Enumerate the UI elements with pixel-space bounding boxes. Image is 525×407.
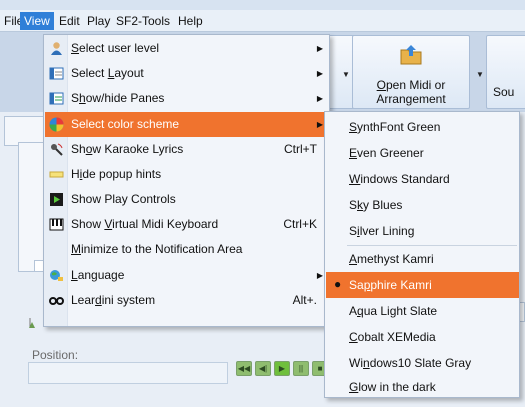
sound-label: Sou	[493, 85, 515, 99]
scheme-item-cobalt-xemedia[interactable]: Cobalt XEMedia	[326, 324, 519, 350]
color-scheme-icon	[49, 117, 64, 132]
popup-hints-icon	[49, 167, 64, 182]
scheme-item-even-greener[interactable]: Even Greener	[326, 140, 519, 166]
menu-view[interactable]: View	[20, 12, 54, 30]
dropdown-arrow-icon[interactable]: ▼	[342, 70, 350, 79]
menu-item-show-hide-panes[interactable]: Show/hide Panes ▶	[45, 86, 329, 111]
view-menu: Select user level ▶ Select Layout ▶ Show…	[43, 34, 330, 327]
menu-item-show-karaoke-lyrics[interactable]: Show Karaoke Lyrics Ctrl+T	[45, 137, 329, 162]
menu-item-select-color-scheme[interactable]: Select color scheme ▶	[45, 112, 329, 137]
submenu-arrow-icon: ▶	[316, 44, 323, 53]
scheme-item-label: Aqua Light Slate	[349, 304, 438, 318]
open-midi-label: Open Midi or Arrangement	[376, 78, 446, 106]
panes-icon	[49, 91, 64, 106]
menu-item-label: Select Layout	[71, 66, 144, 80]
scheme-item-silver-lining[interactable]: Silver Lining	[326, 218, 519, 244]
open-folder-icon	[400, 45, 422, 65]
menu-item-label: Select user level	[71, 41, 160, 55]
scheme-item-synthfont-green[interactable]: SynthFont Green	[326, 114, 519, 140]
menu-item-label: Language	[71, 268, 125, 282]
submenu-arrow-icon: ▶	[316, 69, 323, 78]
color-scheme-submenu: SynthFont Green Even Greener Windows Sta…	[324, 111, 520, 398]
menu-item-show-play-controls[interactable]: Show Play Controls	[45, 187, 329, 212]
karaoke-icon	[49, 142, 64, 157]
scheme-item-windows-standard[interactable]: Windows Standard	[326, 166, 519, 192]
menu-help[interactable]: Help	[174, 12, 207, 30]
pause-icon[interactable]: ||	[293, 361, 309, 376]
scheme-item-windows10-slate-gray[interactable]: Windows10 Slate Gray	[326, 350, 519, 376]
menu-item-show-virtual-midi-keyboard[interactable]: Show Virtual Midi Keyboard Ctrl+K	[45, 212, 329, 237]
scheme-item-label: Cobalt XEMedia	[349, 330, 436, 344]
menu-item-label: Select color scheme	[71, 117, 180, 131]
user-level-icon	[49, 41, 64, 56]
position-field[interactable]	[28, 362, 228, 384]
menu-item-language[interactable]: Language ▶	[45, 263, 329, 288]
position-label: Position:	[32, 348, 79, 362]
leardini-icon	[49, 293, 64, 308]
selected-bullet-icon: ●	[334, 277, 342, 291]
language-icon	[49, 268, 64, 283]
submenu-arrow-icon: ▶	[316, 271, 323, 280]
menu-item-label: Show Play Controls	[71, 192, 176, 206]
shortcut-label: Ctrl+T	[284, 142, 317, 156]
scheme-item-label: Amethyst Kamri	[349, 252, 434, 266]
scheme-item-label: Sapphire Kamri	[349, 278, 432, 292]
scheme-item-label: SynthFont Green	[349, 120, 441, 134]
menu-item-label: Minimize to the Notification Area	[71, 242, 243, 256]
menu-play[interactable]: Play	[83, 12, 114, 30]
menu-item-minimize-to-notification-area[interactable]: Minimize to the Notification Area	[45, 237, 329, 262]
play-icon[interactable]: ▶	[274, 361, 290, 376]
play-controls-icon	[49, 192, 64, 207]
menu-item-label: Hide popup hints	[71, 167, 162, 181]
scheme-item-label: Windows10 Slate Gray	[349, 356, 472, 370]
menu-item-label: Show Virtual Midi Keyboard	[71, 217, 219, 231]
sound-button[interactable]: Sou	[486, 35, 525, 109]
submenu-arrow-icon: ▶	[316, 94, 323, 103]
menu-edit[interactable]: Edit	[55, 12, 84, 30]
scheme-item-amethyst-kamri[interactable]: Amethyst Kamri	[326, 246, 519, 272]
scheme-item-label: Windows Standard	[349, 172, 450, 186]
menu-item-leardini-system[interactable]: Leardini system Alt+.	[45, 288, 329, 313]
menu-item-select-user-level[interactable]: Select user level ▶	[45, 36, 329, 61]
menu-item-label: Show/hide Panes	[71, 91, 165, 105]
scheme-item-label: Sky Blues	[349, 198, 403, 212]
scheme-item-label: Silver Lining	[349, 224, 415, 238]
dropdown-arrow-icon[interactable]: ▼	[476, 70, 484, 79]
submenu-arrow-icon: ▶	[316, 120, 323, 129]
scheme-item-sky-blues[interactable]: Sky Blues	[326, 192, 519, 218]
scheme-item-glow-in-the-dark[interactable]: Glow in the dark	[326, 374, 519, 400]
menu-bar: File View Edit Play SF2-Tools Help	[0, 10, 525, 32]
menu-item-label: Leardini system	[71, 293, 156, 307]
open-midi-button[interactable]: Open Midi or Arrangement	[352, 35, 470, 109]
scheme-item-aqua-light-slate[interactable]: Aqua Light Slate	[326, 298, 519, 324]
menu-item-hide-popup-hints[interactable]: Hide popup hints	[45, 162, 329, 187]
scheme-item-sapphire-kamri[interactable]: ● Sapphire Kamri	[326, 272, 519, 298]
layout-icon	[49, 66, 64, 81]
scheme-item-label: Even Greener	[349, 146, 424, 160]
keyboard-icon	[49, 217, 64, 232]
menu-item-label: Show Karaoke Lyrics	[71, 142, 184, 156]
scheme-item-label: Glow in the dark	[349, 380, 436, 394]
menu-sf2-tools[interactable]: SF2-Tools	[112, 12, 174, 30]
menu-item-select-layout[interactable]: Select Layout ▶	[45, 61, 329, 86]
rewind-icon[interactable]: ◀◀	[236, 361, 252, 376]
back-icon[interactable]: ◀|	[255, 361, 271, 376]
shortcut-label: Alt+.	[292, 293, 317, 307]
shortcut-label: Ctrl+K	[283, 217, 317, 231]
